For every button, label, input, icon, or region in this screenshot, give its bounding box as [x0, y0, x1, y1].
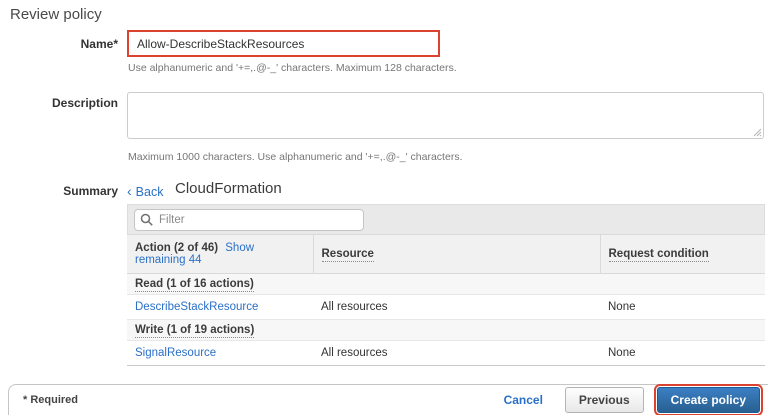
footer-actions: Cancel Previous Create policy [504, 387, 768, 413]
group-row-write: Write (1 of 19 actions) [127, 320, 765, 341]
column-header-request-condition: Request condition [600, 235, 765, 274]
name-label: Name* [0, 37, 118, 51]
description-help-text: Maximum 1000 characters. Use alphanumeri… [128, 151, 462, 163]
filter-input[interactable] [134, 209, 364, 231]
resource-header-label: Resource [322, 248, 374, 262]
read-group-label: Read (1 of 16 actions) [135, 278, 254, 292]
table-header-row: Action (2 of 46) Show remaining 44 Resou… [127, 235, 765, 274]
summary-panel: Action (2 of 46) Show remaining 44 Resou… [127, 204, 765, 366]
name-input[interactable] [127, 30, 440, 57]
request-condition-header-label: Request condition [609, 248, 709, 262]
action-link-describestackresource[interactable]: DescribeStackResource [135, 301, 258, 313]
resource-cell: All resources [313, 295, 600, 320]
condition-cell: None [600, 341, 765, 366]
create-policy-button[interactable]: Create policy [657, 387, 760, 413]
table-row: SignalResource All resources None [127, 341, 765, 366]
filter-bar [127, 204, 765, 234]
permissions-table: Action (2 of 46) Show remaining 44 Resou… [127, 234, 765, 366]
name-help-text: Use alphanumeric and '+=,.@-_' character… [128, 62, 457, 74]
page-title: Review policy [10, 6, 102, 23]
description-textarea[interactable] [127, 92, 764, 139]
back-link-label: Back [136, 185, 164, 199]
previous-button[interactable]: Previous [565, 387, 644, 413]
search-icon [140, 213, 154, 227]
back-link[interactable]: ‹ Back [127, 183, 163, 199]
footer-bar: * Required Cancel Previous Create policy [8, 384, 768, 415]
chevron-left-icon: ‹ [127, 183, 132, 199]
service-title: CloudFormation [175, 180, 282, 197]
condition-cell: None [600, 295, 765, 320]
action-count-label: Action (2 of 46) [135, 242, 218, 254]
resource-cell: All resources [313, 341, 600, 366]
action-link-signalresource[interactable]: SignalResource [135, 347, 216, 359]
summary-label: Summary [0, 184, 118, 198]
review-policy-page: Review policy Name* Use alphanumeric and… [0, 0, 768, 415]
column-header-resource: Resource [313, 235, 600, 274]
description-label: Description [0, 96, 118, 110]
cancel-link[interactable]: Cancel [504, 393, 543, 407]
description-field-wrap [127, 92, 764, 139]
column-header-action: Action (2 of 46) Show remaining 44 [127, 235, 313, 274]
group-row-read: Read (1 of 16 actions) [127, 274, 765, 295]
table-row: DescribeStackResource All resources None [127, 295, 765, 320]
required-note: * Required [23, 394, 78, 406]
write-group-label: Write (1 of 19 actions) [135, 324, 254, 338]
filter-input-wrap [134, 209, 364, 231]
